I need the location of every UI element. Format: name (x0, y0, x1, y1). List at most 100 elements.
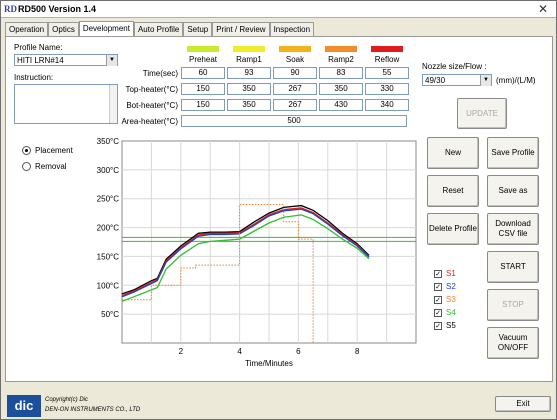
reset-button[interactable]: Reset (427, 175, 479, 207)
vacuum-button[interactable]: Vacuum ON/OFF (487, 327, 539, 359)
y-tick-label: 50°C (101, 310, 119, 319)
sensor-label: S2 (446, 282, 456, 291)
zone-color-bar (325, 46, 357, 52)
x-tick-label: 8 (355, 347, 360, 356)
param-cell[interactable]: 340 (365, 99, 409, 111)
nozzle-value: 49/30 (425, 76, 446, 85)
sensor-label: S5 (446, 321, 456, 330)
y-tick-label: 200°C (97, 224, 120, 233)
tab-auto-profile[interactable]: Auto Profile (133, 22, 184, 37)
tab-operation[interactable]: Operation (5, 22, 49, 37)
temperature-chart: 50°C 100°C 150°C 200°C 250°C 300°C 350°C 2 4 6 8 Ti… (97, 137, 417, 368)
sensor-label: S4 (446, 308, 456, 317)
area-heater-label: Area-heater(°C) (121, 117, 178, 126)
zone-color-bar (279, 46, 311, 52)
instruction-textarea[interactable] (14, 84, 118, 124)
param-cell[interactable]: 350 (319, 83, 363, 95)
development-panel: Profile Name: HITI LRN#14 ▼ Instruction:… (5, 36, 553, 382)
update-button[interactable]: UPDATE (457, 98, 507, 129)
stop-button[interactable]: STOP (487, 289, 539, 321)
tab-development[interactable]: Development (78, 21, 134, 37)
app-window: RD RD500 Version 1.4 ✕ Operation Optics De… (0, 0, 557, 420)
chevron-down-icon: ▼ (106, 55, 117, 66)
zone-header: Soak (285, 55, 305, 64)
window-title: RD500 Version 1.4 (18, 4, 97, 14)
param-cell[interactable]: 350 (227, 83, 271, 95)
company-logo: dic (7, 395, 41, 417)
profile-name-select[interactable]: HITI LRN#14 ▼ (14, 54, 118, 66)
param-cell[interactable]: 90 (273, 67, 317, 79)
nozzle-select[interactable]: 49/30 ▼ (422, 74, 492, 86)
y-tick-label: 100°C (97, 281, 120, 290)
tab-optics[interactable]: Optics (48, 22, 79, 37)
row-label: Bot-heater(°C) (126, 101, 178, 110)
param-cell[interactable]: 330 (365, 83, 409, 95)
zone-color-bar (371, 46, 403, 52)
check-icon: ✓ (434, 295, 442, 304)
area-heater-input[interactable]: 500 (181, 115, 407, 127)
sensor-label: S1 (446, 269, 456, 278)
delete-profile-button[interactable]: Delete Profile (427, 213, 479, 245)
title-bar: RD RD500 Version 1.4 ✕ (1, 1, 556, 18)
nozzle-label: Nozzle size/Flow : (422, 62, 487, 71)
param-cell[interactable]: 267 (273, 99, 317, 111)
copyright-text: Copyright(c) Dic (45, 397, 89, 403)
y-tick-label: 250°C (97, 195, 120, 204)
download-csv-button[interactable]: Download CSV file (487, 213, 539, 245)
check-icon: ✓ (434, 308, 442, 317)
zone-header: Reflow (374, 55, 400, 64)
tab-print-review[interactable]: Print / Review (212, 22, 270, 37)
param-cell[interactable]: 267 (273, 83, 317, 95)
y-tick-label: 350°C (97, 137, 120, 146)
radio-dot (22, 146, 31, 155)
sensor-label: S3 (446, 295, 456, 304)
param-cell[interactable]: 83 (319, 67, 363, 79)
sensor-checkbox-s3[interactable]: ✓ S3 (434, 295, 456, 304)
tab-bar: Operation Optics Development Auto Profile Se… (5, 21, 315, 37)
tab-inspection[interactable]: Inspection (269, 22, 315, 37)
x-axis-label: Time/Minutes (245, 359, 293, 368)
company-name: DEN-ON INSTRUMENTS CO., LTD (45, 407, 141, 413)
y-tick-label: 300°C (97, 166, 120, 175)
close-icon[interactable]: ✕ (536, 2, 550, 16)
start-button[interactable]: START (487, 251, 539, 283)
y-tick-label: 150°C (97, 252, 120, 261)
tab-setup[interactable]: Setup (183, 22, 213, 37)
x-tick-label: 6 (296, 347, 301, 356)
chevron-down-icon: ▼ (480, 75, 491, 86)
sensor-checkbox-s4[interactable]: ✓ S4 (434, 308, 456, 317)
sensor-checkbox-s1[interactable]: ✓ S1 (434, 269, 456, 278)
new-button[interactable]: New (427, 137, 479, 169)
app-icon: RD (4, 4, 17, 14)
save-profile-button[interactable]: Save Profile (487, 137, 539, 169)
removal-radio[interactable]: Removal (22, 162, 67, 171)
footer: dic Copyright(c) Dic DEN-ON INSTRUMENTS … (1, 385, 556, 419)
zone-header: Ramp2 (328, 55, 354, 64)
param-cell[interactable]: 350 (227, 99, 271, 111)
zone-color-bar (187, 46, 219, 52)
param-cell[interactable]: 430 (319, 99, 363, 111)
param-cell[interactable]: 150 (181, 83, 225, 95)
x-tick-label: 2 (179, 347, 184, 356)
radio-dot (22, 162, 31, 171)
nozzle-unit: (mm)/(L/M) (496, 76, 536, 85)
check-icon: ✓ (434, 282, 442, 291)
param-cell[interactable]: 55 (365, 67, 409, 79)
x-tick-label: 4 (237, 347, 242, 356)
placement-radio[interactable]: Placement (22, 146, 73, 155)
save-as-button[interactable]: Save as (487, 175, 539, 207)
instruction-label: Instruction: (14, 73, 54, 82)
zone-header: Preheat (188, 55, 218, 64)
exit-button[interactable]: Exit (495, 396, 551, 412)
check-icon: ✓ (434, 321, 442, 330)
param-cell[interactable]: 60 (181, 67, 225, 79)
sensor-checkbox-s5[interactable]: ✓ S5 (434, 321, 456, 330)
row-label: Top-heater(°C) (125, 85, 178, 94)
profile-name-value: HITI LRN#14 (17, 56, 64, 65)
profile-name-label: Profile Name: (14, 43, 63, 52)
param-cell[interactable]: 150 (181, 99, 225, 111)
sensor-checkbox-s2[interactable]: ✓ S2 (434, 282, 456, 291)
param-cell[interactable]: 93 (227, 67, 271, 79)
row-label: Time(sec) (142, 69, 178, 78)
zone-color-bar (233, 46, 265, 52)
